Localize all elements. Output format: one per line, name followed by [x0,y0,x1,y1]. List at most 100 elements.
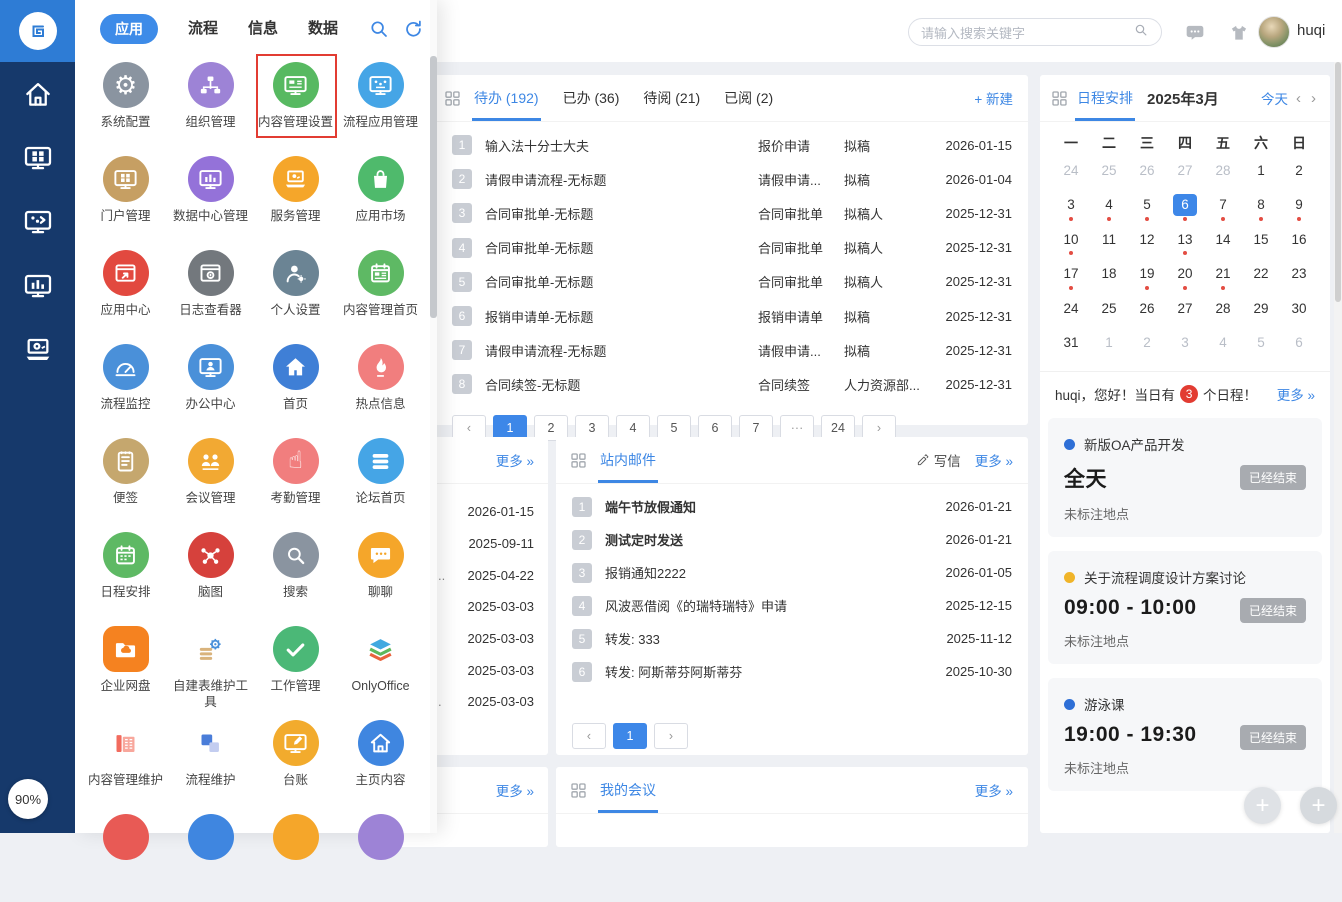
calendar-day-20[interactable]: 20 [1166,260,1204,295]
calendar-day-1[interactable]: 1 [1242,156,1280,191]
calendar-day-1[interactable]: 1 [1090,329,1128,364]
launcher-app-企业网盘[interactable]: 企业网盘 [83,620,168,714]
launcher-app-聊聊[interactable]: 聊聊 [338,526,423,620]
calendar-day-27[interactable]: 27 [1166,156,1204,191]
launcher-app-脑图[interactable]: 脑图 [168,526,253,620]
search-icon[interactable] [1133,22,1149,43]
launcher-app-考勤管理[interactable]: ☝ 考勤管理 [253,432,338,526]
launcher-app-内容管理设置[interactable]: 内容管理设置 [253,54,338,150]
todo-row[interactable]: 1 输入法十分士大夫 报价申请 拟稿 2026-01-15 [452,128,1012,162]
todo-title[interactable]: 输入法十分士大夫 [485,136,758,155]
more-link[interactable]: 更多 » [975,450,1013,470]
sidebar-item-service-laptop[interactable] [0,328,75,372]
calendar-day-6[interactable]: 6 [1280,329,1318,364]
launcher-app-流程维护[interactable]: 流程维护 [168,714,253,808]
todo-row[interactable]: 4 合同审批单-无标题 合同审批单 拟稿人 2025-12-31 [452,231,1012,265]
more-link[interactable]: 更多 » [496,780,534,800]
launcher-app-组织管理[interactable]: 组织管理 [168,56,253,150]
calendar-day-19[interactable]: 19 [1128,260,1166,295]
launcher-tab-数据[interactable]: 数据 [308,14,338,44]
calendar-day-26[interactable]: 26 [1128,294,1166,329]
launcher-app-热点信息[interactable]: 热点信息 [338,338,423,432]
calendar-prev-icon[interactable]: ‹ [1294,90,1303,107]
launcher-app-内容管理维护[interactable]: 内容管理维护 [83,714,168,808]
sidebar-item-portal-monitor[interactable] [0,136,75,180]
pager-page-1[interactable]: 1 [613,723,647,749]
calendar-day-17[interactable]: 17 [1052,260,1090,295]
launcher-app-门户管理[interactable]: 门户管理 [83,150,168,244]
drag-grid-icon[interactable] [571,782,586,798]
todo-title[interactable]: 请假申请流程-无标题 [485,170,758,189]
calendar-day-2[interactable]: 2 [1128,329,1166,364]
calendar-day-4[interactable]: 4 [1204,329,1242,364]
drag-grid-icon[interactable] [1052,90,1067,106]
todo-row[interactable]: 6 报销申请单-无标题 报销申请单 拟稿 2025-12-31 [452,299,1012,333]
sidebar-item-home[interactable] [0,72,75,116]
launcher-app-服务管理[interactable]: 服务管理 [253,150,338,244]
calendar-day-4[interactable]: 4 [1090,191,1128,226]
todo-tab-已办 (36)[interactable]: 已办 (36) [563,75,620,121]
calendar-day-15[interactable]: 15 [1242,225,1280,260]
calendar-day-10[interactable]: 10 [1052,225,1090,260]
zoom-level-badge[interactable]: 90% [8,779,48,819]
mail-row[interactable]: 2 测试定时发送 2026-01-21 [572,523,1012,556]
launcher-app-台账[interactable]: 台账 [253,714,338,808]
calendar-day-11[interactable]: 11 [1090,225,1128,260]
calendar-day-14[interactable]: 14 [1204,225,1242,260]
todo-row[interactable]: 7 请假申请流程-无标题 请假申请... 拟稿 2025-12-31 [452,333,1012,367]
launcher-refresh-icon[interactable] [402,18,424,45]
calendar-next-icon[interactable]: › [1309,90,1318,107]
calendar-day-25[interactable]: 25 [1090,156,1128,191]
calendar-day-8[interactable]: 8 [1242,191,1280,226]
calendar-day-29[interactable]: 29 [1242,294,1280,329]
add-button-secondary[interactable]: + [1244,787,1281,824]
calendar-day-26[interactable]: 26 [1128,156,1166,191]
today-button[interactable]: 今天 [1261,88,1288,108]
username[interactable]: huqi [1297,22,1325,39]
launcher-app-partial[interactable] [338,808,423,902]
pager-prev[interactable]: ‹ [572,723,606,749]
todo-row[interactable]: 3 合同审批单-无标题 合同审批单 拟稿人 2025-12-31 [452,196,1012,230]
todo-title[interactable]: 报销申请单-无标题 [485,307,758,326]
drag-grid-icon[interactable] [571,452,586,468]
pager-next[interactable]: › [654,723,688,749]
sidebar-item-process-monitor[interactable] [0,200,75,244]
calendar-day-28[interactable]: 28 [1204,294,1242,329]
launcher-app-办公中心[interactable]: 办公中心 [168,338,253,432]
launcher-app-日程安排[interactable]: 日程安排 [83,526,168,620]
more-link[interactable]: 更多 » [1277,384,1315,404]
launcher-app-OnlyOffice[interactable]: OnlyOffice [338,620,423,714]
mail-row[interactable]: 4 风波恶借阅《的瑞特瑞特》申请 2025-12-15 [572,589,1012,622]
todo-title[interactable]: 合同审批单-无标题 [485,272,758,291]
launcher-app-流程应用管理[interactable]: 流程应用管理 [338,56,423,150]
mail-subject[interactable]: 端午节放假通知 [605,497,932,516]
launcher-app-便签[interactable]: 便签 [83,432,168,526]
tab-my-meetings[interactable]: 我的会议 [598,767,658,813]
sidebar-item-data-monitor[interactable] [0,264,75,308]
more-link[interactable]: 更多 » [975,780,1013,800]
launcher-tab-信息[interactable]: 信息 [248,14,278,44]
calendar-day-6[interactable]: 6 [1166,191,1204,226]
app-logo[interactable] [0,0,75,62]
calendar-day-18[interactable]: 18 [1090,260,1128,295]
todo-tab-已阅 (2)[interactable]: 已阅 (2) [724,75,773,121]
mail-row[interactable]: 1 端午节放假通知 2026-01-21 [572,490,1012,523]
launcher-app-流程监控[interactable]: 流程监控 [83,338,168,432]
calendar-day-30[interactable]: 30 [1280,294,1318,329]
todo-title[interactable]: 合同续签-无标题 [485,375,758,394]
launcher-app-partial[interactable] [253,808,338,902]
launcher-app-应用中心[interactable]: 应用中心 [83,244,168,338]
mail-subject[interactable]: 测试定时发送 [605,530,932,549]
todo-title[interactable]: 合同审批单-无标题 [485,238,758,257]
launcher-app-首页[interactable]: 首页 [253,338,338,432]
calendar-day-3[interactable]: 3 [1166,329,1204,364]
calendar-day-24[interactable]: 24 [1052,294,1090,329]
calendar-day-23[interactable]: 23 [1280,260,1318,295]
launcher-scrollbar[interactable] [430,0,437,833]
calendar-day-12[interactable]: 12 [1128,225,1166,260]
calendar-day-7[interactable]: 7 [1204,191,1242,226]
launcher-search-icon[interactable] [368,18,390,45]
launcher-app-数据中心管理[interactable]: 数据中心管理 [168,150,253,244]
launcher-app-个人设置[interactable]: 个人设置 [253,244,338,338]
todo-title[interactable]: 合同审批单-无标题 [485,204,758,223]
